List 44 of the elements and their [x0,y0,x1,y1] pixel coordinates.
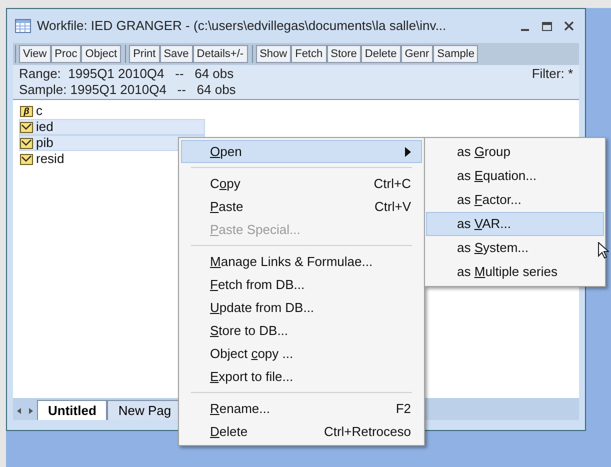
menu-item[interactable]: as Equation... [426,164,604,188]
menu-item[interactable]: as Group [426,140,604,164]
toolbar-button[interactable]: Show [256,45,292,63]
object-item[interactable]: ied [19,119,205,135]
range-text: Range: 1995Q1 2010Q4 -- 64 obs [19,66,235,82]
toolbar-button[interactable]: Genr [400,45,434,63]
menu-item[interactable]: Update from DB... [181,296,422,319]
object-item[interactable]: β c [19,103,205,119]
window-title: Workfile: IED GRANGER - (c:\users\edvillegas\documents\la salle\inv... [37,17,446,36]
menu-item[interactable]: Export to file... [181,365,422,388]
toolbar-button[interactable]: Delete [360,45,401,63]
toolbar-button[interactable]: Fetch [291,45,327,63]
left-arrow-icon [17,408,21,414]
menu-item[interactable]: Manage Links & Formulae... [181,250,422,273]
menu-item[interactable]: Copy Ctrl+C [181,172,422,195]
menu-item[interactable]: as Factor... [426,188,604,212]
toolbar-button[interactable]: Object [81,45,122,63]
menu-item[interactable]: Store to DB... [181,319,422,342]
series-icon [20,122,33,132]
maximize-button[interactable] [539,19,555,33]
toolbar-button[interactable]: View [19,45,51,63]
menu-item[interactable]: Delete Ctrl+Retroceso [181,420,422,443]
menu-item[interactable]: Paste Ctrl+V [181,195,422,218]
toolbar-button[interactable]: Store [326,45,361,63]
menu-item[interactable]: Rename... F2 [181,397,422,420]
toolbar-button[interactable]: Proc [50,45,82,63]
menu-item[interactable]: Object copy ... [181,342,422,365]
menu-item[interactable]: as Multiple series [426,260,604,284]
close-icon [564,21,574,31]
right-arrow-icon [29,408,33,414]
toolbar-button[interactable]: Sample [433,45,478,63]
menu-item[interactable]: Fetch from DB... [181,273,422,296]
menu-item[interactable]: as VAR... [426,212,604,236]
table-icon [15,19,31,33]
series-icon [20,154,33,164]
toolbar-button[interactable]: Details+/- [192,45,248,63]
menu-item[interactable]: Open [181,140,422,163]
coefficient-icon: β [20,106,33,116]
toolbar-button[interactable]: Print [129,45,160,63]
toolbar-button[interactable]: Save [160,45,193,63]
series-icon [20,138,33,148]
filter-text: Filter: * [532,66,573,83]
page-tab[interactable]: Untitled [37,400,108,420]
sample-text: Sample: 1995Q1 2010Q4 -- 64 obs [19,82,236,98]
